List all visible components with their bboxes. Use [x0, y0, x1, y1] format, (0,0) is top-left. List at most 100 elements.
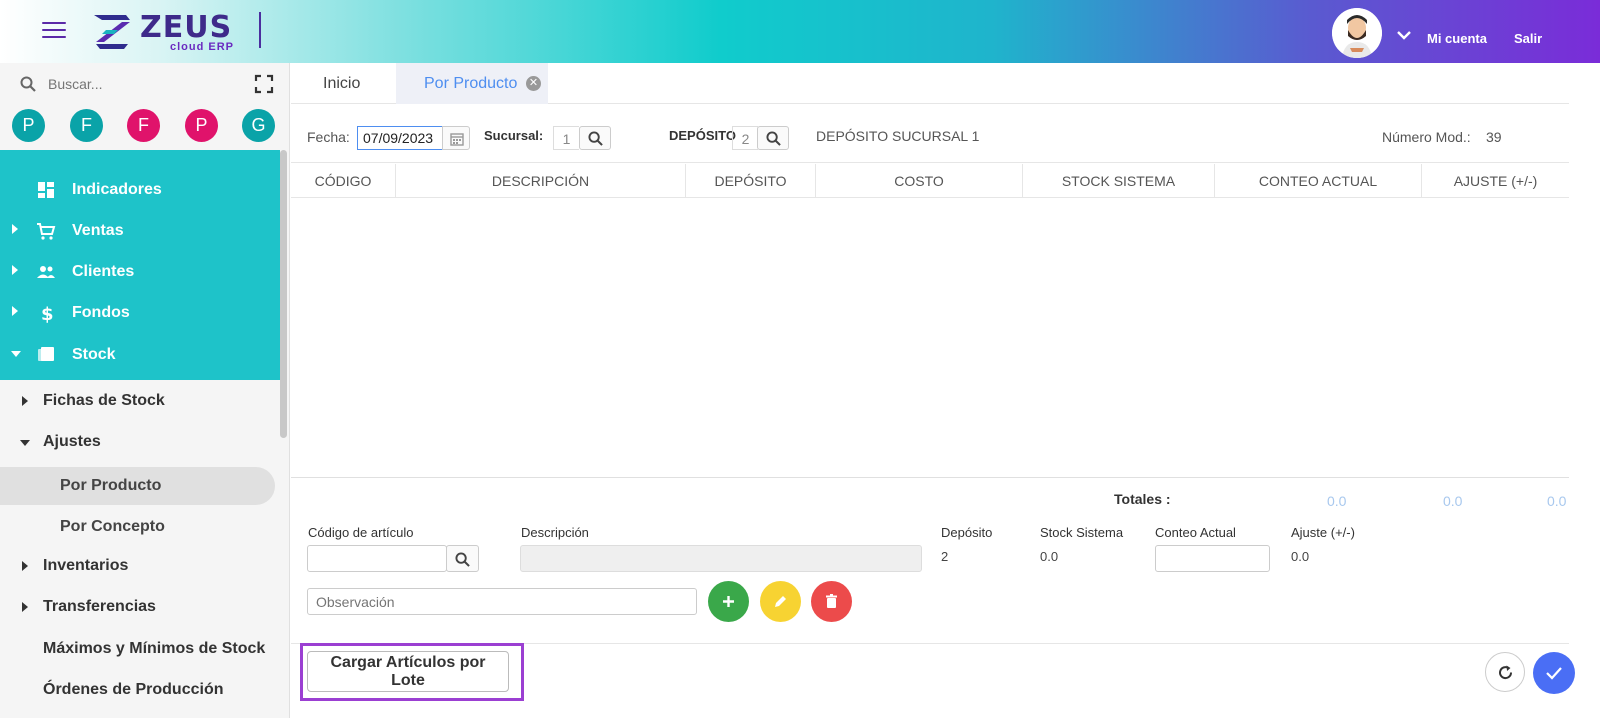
sidebar-sub-inventarios[interactable]: Inventarios — [0, 547, 280, 585]
pencil-icon — [775, 596, 786, 607]
quick-button-p[interactable]: P — [185, 109, 218, 142]
plus-icon — [723, 596, 734, 607]
column-header[interactable]: COSTO — [816, 164, 1023, 198]
trash-icon — [826, 594, 837, 608]
sidebar-item-label: Fichas de Stock — [43, 392, 165, 409]
fullscreen-icon[interactable] — [254, 74, 274, 94]
total-value: 0.0 — [1327, 493, 1347, 509]
deposito-label: DEPÓSITO — [669, 128, 736, 143]
deposito-form-value: 2 — [941, 549, 949, 564]
sidebar-item-label: Órdenes de Producción — [43, 681, 224, 698]
sidebar-item-ventas[interactable]: Ventas — [0, 211, 280, 251]
sidebar-item-label: Máximos y Mínimos de Stock — [43, 640, 266, 657]
sidebar-sub-maximos-minimos[interactable]: Máximos y Mínimos de Stock — [0, 630, 280, 668]
sidebar-sub-ajustes[interactable]: Ajustes — [0, 423, 280, 461]
sidebar-search-input[interactable] — [46, 72, 226, 96]
sidebar-item-stock[interactable]: Stock — [0, 335, 280, 375]
descripcion-input — [520, 545, 922, 572]
sidebar-item-label: Por Producto — [60, 477, 162, 494]
refresh-icon — [1499, 665, 1513, 680]
conteo-actual-input[interactable] — [1155, 545, 1270, 572]
tab-por-producto[interactable]: Por Producto ✕ — [396, 63, 548, 104]
search-icon — [766, 131, 781, 146]
caret-right-icon — [22, 396, 28, 406]
my-account-link[interactable]: Mi cuenta — [1427, 31, 1487, 46]
load-by-batch-button[interactable]: Cargar Artículos por Lote — [307, 651, 509, 692]
sidebar-item-clientes[interactable]: Clientes — [0, 252, 280, 292]
column-header[interactable]: DEPÓSITO — [686, 164, 816, 198]
confirm-button[interactable] — [1533, 652, 1575, 694]
quick-button-g[interactable]: G — [242, 109, 275, 142]
numero-mod-value: 39 — [1486, 129, 1502, 145]
sidebar-item-indicadores[interactable]: Indicadores — [0, 170, 280, 210]
svg-text:$: $ — [41, 304, 54, 323]
sidebar-scrollbar[interactable] — [280, 150, 287, 438]
sidebar-item-label: Fondos — [72, 304, 130, 321]
people-icon — [37, 266, 55, 278]
fecha-label: Fecha: — [307, 129, 350, 145]
sucursal-search-button[interactable] — [579, 126, 611, 150]
refresh-button[interactable] — [1485, 652, 1525, 692]
conteo-actual-label: Conteo Actual — [1155, 525, 1236, 540]
caret-right-icon — [12, 224, 18, 234]
sidebar-sub-por-producto[interactable]: Por Producto — [0, 467, 275, 505]
numero-mod-label: Número Mod.: — [1382, 129, 1471, 145]
column-header[interactable]: CÓDIGO — [291, 164, 396, 198]
quick-button-p[interactable]: P — [12, 109, 45, 142]
dashboard-icon — [38, 182, 54, 198]
delete-button[interactable] — [811, 581, 852, 622]
logout-link[interactable]: Salir — [1514, 31, 1542, 46]
codigo-search-button[interactable] — [446, 545, 479, 572]
codigo-label: Código de artículo — [308, 525, 414, 540]
codigo-input[interactable] — [307, 545, 447, 572]
chevron-down-icon[interactable] — [1397, 30, 1411, 40]
deposito-value[interactable]: 2 — [732, 126, 758, 150]
sidebar-item-label: Inventarios — [43, 557, 129, 574]
sidebar-item-label: Stock — [72, 346, 116, 363]
sidebar: P F F P G Indicadores Ventas Clie — [0, 63, 290, 718]
filter-bar: Fecha: Sucursal: 1 DEPÓSITO 2 DEPÓSITO S… — [291, 105, 1569, 163]
deposito-search-button[interactable] — [757, 126, 789, 150]
caret-right-icon — [12, 306, 18, 316]
caret-down-icon — [20, 440, 30, 446]
total-value: 0.0 — [1547, 493, 1567, 509]
sidebar-sub-por-concepto[interactable]: Por Concepto — [0, 508, 280, 546]
fecha-input[interactable] — [357, 126, 443, 150]
zeus-logo[interactable]: ZEUS cloud ERP — [92, 10, 262, 53]
sidebar-item-label: Clientes — [72, 263, 135, 280]
quick-button-f[interactable]: F — [127, 109, 160, 142]
sidebar-item-label: Indicadores — [72, 181, 162, 198]
column-header[interactable]: CONTEO ACTUAL — [1215, 164, 1422, 198]
ajuste-value: 0.0 — [1291, 549, 1310, 564]
sidebar-sub-ordenes-produccion[interactable]: Órdenes de Producción — [0, 671, 280, 709]
column-header[interactable]: AJUSTE (+/-) — [1422, 164, 1569, 198]
sidebar-search — [0, 63, 289, 105]
sucursal-value[interactable]: 1 — [553, 126, 579, 150]
add-button[interactable] — [708, 581, 749, 622]
totals-row: Totales : 0.0 0.0 0.0 — [291, 485, 1569, 515]
calendar-button[interactable] — [442, 126, 470, 150]
quick-button-f[interactable]: F — [70, 109, 103, 142]
dollar-icon: $ — [41, 304, 54, 323]
sidebar-item-label: Ajustes — [43, 433, 101, 450]
observacion-input[interactable] — [307, 588, 697, 615]
totals-label: Totales : — [1114, 491, 1171, 507]
caret-right-icon — [22, 561, 28, 571]
sidebar-sub-transferencias[interactable]: Transferencias — [0, 588, 280, 626]
sidebar-sub-fichas-de-stock[interactable]: Fichas de Stock — [0, 382, 280, 420]
search-icon — [20, 76, 36, 92]
table-body — [291, 198, 1569, 478]
sidebar-item-fondos[interactable]: $ Fondos — [0, 293, 280, 333]
edit-button[interactable] — [760, 581, 801, 622]
logo-text: ZEUS — [140, 10, 233, 45]
hamburger-menu-icon[interactable] — [42, 22, 66, 40]
user-avatar[interactable] — [1332, 8, 1382, 58]
column-header[interactable]: DESCRIPCIÓN — [396, 164, 686, 198]
close-icon[interactable]: ✕ — [526, 76, 541, 91]
search-icon — [455, 552, 470, 567]
tab-inicio[interactable]: Inicio — [323, 63, 360, 104]
deposito-name: DEPÓSITO SUCURSAL 1 — [816, 128, 980, 144]
column-header[interactable]: STOCK SISTEMA — [1023, 164, 1215, 198]
logo-divider — [259, 12, 261, 48]
tab-bar: Inicio Por Producto ✕ — [291, 63, 1569, 104]
